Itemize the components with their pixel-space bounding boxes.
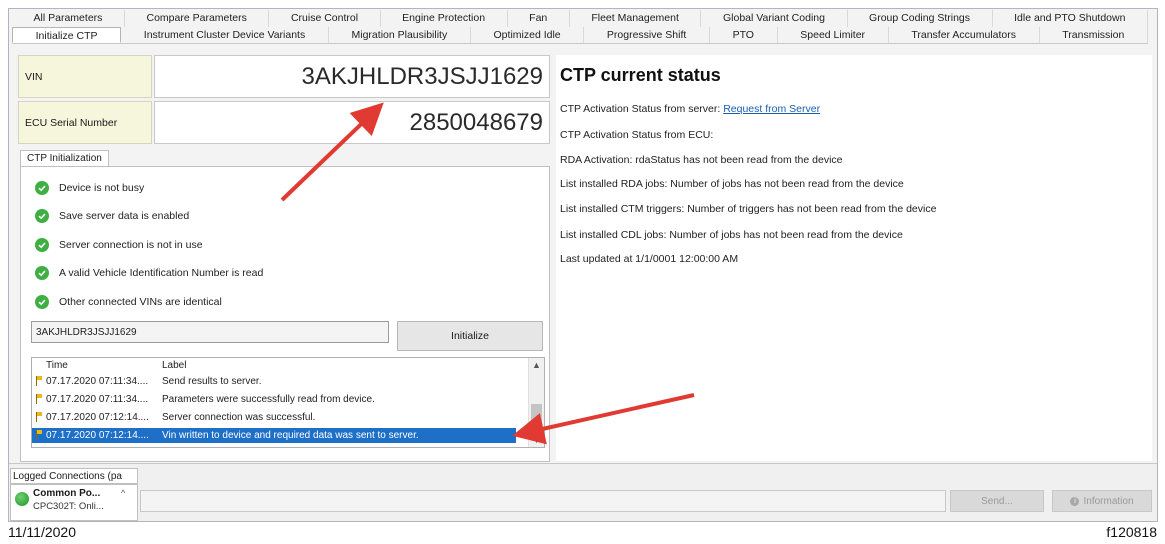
- log-col-label[interactable]: Label: [162, 360, 186, 371]
- log-time: 07.17.2020 07:11:34....: [46, 376, 149, 387]
- log-time: 07.17.2020 07:12:14....: [46, 412, 149, 423]
- tab-idle-pto-shutdown[interactable]: Idle and PTO Shutdown: [993, 10, 1148, 27]
- scroll-up-icon[interactable]: ▲: [529, 358, 544, 372]
- scroll-thumb[interactable]: [531, 404, 542, 428]
- status-cdl-jobs: List installed CDL jobs: Number of jobs …: [560, 229, 903, 241]
- tab-row-1: All Parameters Compare Parameters Cruise…: [12, 10, 1148, 27]
- footer-date: 11/11/2020: [8, 524, 76, 540]
- log-col-time[interactable]: Time: [46, 360, 68, 371]
- tab-cruise-control[interactable]: Cruise Control: [269, 10, 381, 27]
- connection-status: CPC302T: Onli...: [33, 501, 104, 512]
- log-flag-icon: [36, 412, 42, 422]
- tab-engine-protection[interactable]: Engine Protection: [381, 10, 508, 27]
- log-row-selected[interactable]: 07.17.2020 07:12:14.... Vin written to d…: [32, 428, 516, 443]
- log-row[interactable]: 07.17.2020 07:11:34.... Parameters were …: [32, 392, 516, 407]
- log-row[interactable]: 07.17.2020 07:12:14.... Server connectio…: [32, 410, 516, 425]
- ctp-initialization-panel: Device is not busy Save server data is e…: [20, 166, 550, 462]
- status-rda-jobs: List installed RDA jobs: Number of jobs …: [560, 178, 904, 190]
- check-circle-icon: [35, 238, 49, 252]
- log-flag-icon: [36, 430, 42, 440]
- check-label: Device is not busy: [59, 182, 145, 194]
- tab-fleet-management[interactable]: Fleet Management: [570, 10, 702, 27]
- check-label: Save server data is enabled: [59, 210, 190, 222]
- request-from-server-link[interactable]: Request from Server: [723, 103, 820, 115]
- initialize-button[interactable]: Initialize: [397, 321, 543, 351]
- connection-name: Common Po...: [33, 488, 101, 499]
- check-server-connection: Server connection is not in use: [35, 238, 203, 252]
- status-server-line: CTP Activation Status from server: Reque…: [560, 103, 820, 115]
- status-ctm-triggers: List installed CTM triggers: Number of t…: [560, 203, 937, 215]
- ctp-initialization-tab[interactable]: CTP Initialization: [20, 150, 109, 167]
- info-icon: i: [1070, 496, 1080, 506]
- check-save-server-data: Save server data is enabled: [35, 209, 189, 223]
- status-title: CTP current status: [560, 65, 721, 85]
- tab-initialize-ctp[interactable]: Initialize CTP: [12, 27, 122, 43]
- tab-row-2: Initialize CTP Instrument Cluster Device…: [12, 27, 1148, 44]
- log-flag-icon: [36, 394, 42, 404]
- vin-label: VIN: [18, 55, 152, 98]
- tab-optimized-idle[interactable]: Optimized Idle: [471, 27, 585, 43]
- ecu-serial-label: ECU Serial Number: [18, 101, 152, 144]
- check-circle-icon: [35, 295, 49, 309]
- log-time: 07.17.2020 07:12:14....: [46, 430, 149, 441]
- log-scrollbar[interactable]: ▲ ▼: [528, 358, 544, 447]
- check-device-not-busy: Device is not busy: [35, 181, 144, 195]
- information-button[interactable]: i Information: [1052, 490, 1152, 512]
- scroll-down-icon[interactable]: ▼: [529, 433, 544, 447]
- status-last-updated: Last updated at 1/1/0001 12:00:00 AM: [560, 253, 739, 265]
- log-list[interactable]: Time Label 07.17.2020 07:11:34.... Send …: [31, 357, 545, 448]
- tab-group-coding-strings[interactable]: Group Coding Strings: [848, 10, 993, 27]
- status-rda-activation: RDA Activation: rdaStatus has not been r…: [560, 154, 843, 166]
- check-valid-vin: A valid Vehicle Identification Number is…: [35, 266, 263, 280]
- tab-pto[interactable]: PTO: [710, 27, 778, 43]
- tab-transfer-accumulators[interactable]: Transfer Accumulators: [889, 27, 1040, 43]
- log-time: 07.17.2020 07:11:34....: [46, 394, 149, 405]
- status-server-label: CTP Activation Status from server:: [560, 103, 721, 115]
- check-vins-identical: Other connected VINs are identical: [35, 295, 222, 309]
- check-circle-icon: [35, 209, 49, 223]
- footer-figure-code: f120818: [1106, 524, 1157, 540]
- tab-progressive-shift[interactable]: Progressive Shift: [584, 27, 710, 43]
- logged-connections-tab[interactable]: Logged Connections (pa: [10, 468, 138, 484]
- log-flag-icon: [36, 376, 42, 386]
- chevron-up-icon[interactable]: ^: [121, 488, 125, 498]
- tab-compare-parameters[interactable]: Compare Parameters: [125, 10, 270, 27]
- check-circle-icon: [35, 181, 49, 195]
- ctp-status-panel: CTP current status CTP Activation Status…: [556, 55, 1152, 461]
- vin-value: 3AKJHLDR3JSJJ1629: [154, 55, 550, 98]
- status-ecu-line: CTP Activation Status from ECU:: [560, 129, 714, 141]
- check-label: A valid Vehicle Identification Number is…: [59, 267, 264, 279]
- tab-global-variant-coding[interactable]: Global Variant Coding: [701, 10, 848, 27]
- connection-status-icon: [15, 492, 29, 506]
- check-label: Server connection is not in use: [59, 239, 203, 251]
- tab-migration-plausibility[interactable]: Migration Plausibility: [329, 27, 471, 43]
- tab-fan[interactable]: Fan: [508, 10, 570, 27]
- log-label: Server connection was successful.: [162, 412, 316, 423]
- tab-transmission[interactable]: Transmission: [1040, 27, 1148, 43]
- log-label: Vin written to device and required data …: [162, 430, 419, 441]
- check-label: Other connected VINs are identical: [59, 296, 222, 308]
- log-label: Send results to server.: [162, 376, 262, 387]
- send-button[interactable]: Send...: [950, 490, 1044, 512]
- message-input[interactable]: [140, 490, 946, 512]
- tab-speed-limiter[interactable]: Speed Limiter: [778, 27, 889, 43]
- log-header: Time Label: [32, 360, 528, 374]
- connections-list[interactable]: Common Po... CPC302T: Onli... ^: [10, 484, 138, 521]
- ecu-serial-value: 2850048679: [154, 101, 550, 144]
- tab-all-parameters[interactable]: All Parameters: [12, 10, 125, 27]
- check-circle-icon: [35, 266, 49, 280]
- tab-instrument-cluster[interactable]: Instrument Cluster Device Variants: [121, 27, 329, 43]
- log-row[interactable]: 07.17.2020 07:11:34.... Send results to …: [32, 374, 516, 389]
- log-label: Parameters were successfully read from d…: [162, 394, 375, 405]
- vin-input-field[interactable]: 3AKJHLDR3JSJJ1629: [31, 321, 389, 343]
- information-label: Information: [1083, 495, 1134, 507]
